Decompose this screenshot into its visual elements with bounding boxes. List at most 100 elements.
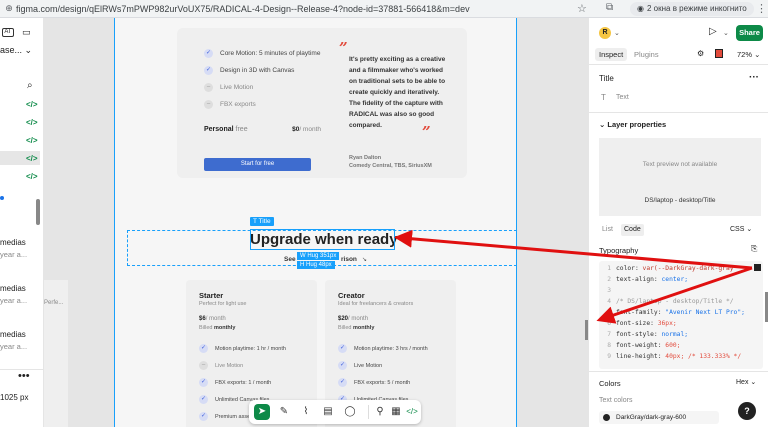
billed-cycle: monthly	[352, 325, 375, 331]
feature-label: FBX exports	[220, 101, 256, 108]
plugin-icon[interactable]	[715, 49, 723, 58]
extensions-icon[interactable]: ⧉	[606, 2, 613, 13]
dev-mode-icon[interactable]: </>	[404, 404, 420, 420]
page-selector[interactable]: ase... ⌄	[0, 45, 32, 56]
feature-item: ✓ FBX exports: 1 / month	[199, 374, 286, 391]
zoom-level[interactable]: 72% ⌄	[737, 48, 760, 61]
check-icon: ✓	[199, 344, 208, 353]
play-icon[interactable]: ▷	[709, 26, 717, 37]
plan-billed: Billed monthly	[338, 325, 374, 331]
pricing-card-personal[interactable]: ✓ Core Motion: 5 minutes of playtime ✓ Des…	[177, 28, 467, 178]
tab-inspect[interactable]: Inspect	[595, 48, 628, 61]
browser-menu-icon[interactable]: ⋮	[756, 2, 767, 15]
layer-name-tag[interactable]: T Title	[250, 217, 274, 226]
code-icon[interactable]: </>	[26, 136, 38, 145]
unread-dot	[0, 196, 4, 200]
feature-list: ✓ Core Motion: 5 minutes of playtime ✓ Des…	[204, 45, 320, 113]
price-period: / month	[299, 126, 321, 133]
code-prop: font-size:	[616, 320, 658, 327]
help-button[interactable]: ?	[738, 402, 756, 420]
search-icon[interactable]: ⌕	[27, 80, 33, 91]
subtitle-right: rison	[341, 256, 357, 263]
billed-cycle: monthly	[213, 325, 236, 331]
comment-icon[interactable]: ◯	[342, 404, 358, 420]
line-number: 2	[607, 276, 611, 283]
text-preview: Text preview not available DS/laptop - d…	[599, 138, 761, 216]
code-line: 9 line-height: 40px; /* 133.333% */	[599, 351, 741, 362]
code-language-select[interactable]: CSS ⌄	[730, 224, 752, 236]
feature-item: ✓ Live Motion	[338, 357, 428, 374]
bookmark-star-icon[interactable]: ☆	[577, 2, 587, 15]
more-icon[interactable]: •••	[18, 370, 30, 382]
list-item-title[interactable]: medias	[0, 330, 26, 339]
chevron-down-icon[interactable]: ⌄	[723, 29, 729, 37]
code-line: 6 font-size: 36px;	[599, 318, 676, 329]
plan-row: Personal free $0/ month	[204, 126, 321, 133]
hug-width-label: W Hug 351px	[297, 252, 340, 260]
code-icon[interactable]: </>	[26, 100, 38, 109]
plan-name: Starter	[199, 291, 224, 300]
code-value: "Avenir Next LT Pro";	[665, 309, 745, 316]
line-number: 7	[607, 331, 611, 338]
list-item-title[interactable]: medias	[0, 284, 26, 293]
tab-code[interactable]: Code	[621, 224, 644, 236]
design-canvas[interactable]: ✓ Core Motion: 5 minutes of playtime ✓ Des…	[44, 18, 588, 427]
panel-toggle-icon[interactable]: ▭	[22, 27, 31, 38]
feature-item: ✓ FBX exports: 5 / month	[338, 374, 428, 391]
css-code-block[interactable]: 1 color: var(--DarkGray-dark-gray 2 text-a…	[599, 261, 763, 369]
annotate-icon[interactable]: ▤	[320, 404, 336, 420]
more-icon[interactable]: ···	[749, 72, 759, 83]
code-comment: /* DS/laptop - desktop/Title */	[616, 298, 734, 305]
code-prop: text-align:	[616, 276, 662, 283]
plugins-icon[interactable]: ⚲	[372, 404, 388, 420]
minus-icon: –	[199, 361, 208, 370]
url-text[interactable]: figma.com/design/qElRWs7mPWP982urVoUX75/…	[16, 4, 576, 14]
start-free-button[interactable]: Start for free	[204, 158, 311, 171]
feature-label: Live Motion	[215, 362, 244, 369]
title-selection-box[interactable]	[250, 229, 395, 250]
list-item-sub: year a...	[0, 250, 28, 259]
browser-address-bar[interactable]: ⊕ figma.com/design/qElRWs7mPWP982urVoUX7…	[0, 0, 768, 18]
pen-icon[interactable]: ✎	[276, 404, 292, 420]
code-value: center;	[661, 276, 689, 283]
check-icon: ✓	[338, 378, 347, 387]
cursor-icon[interactable]: ➤	[254, 404, 270, 420]
site-info-icon[interactable]: ⊕	[2, 3, 16, 14]
settings-icon[interactable]: ⚙	[697, 49, 704, 58]
copy-icon[interactable]: ⎘	[751, 244, 757, 254]
author-name: Ryan Dalton	[349, 155, 382, 161]
list-item-title[interactable]: medias	[0, 238, 26, 247]
check-icon: ✓	[204, 49, 213, 58]
divider	[589, 64, 768, 65]
code-value: var(--DarkGray-dark-gray	[642, 265, 734, 272]
tab-list[interactable]: List	[599, 224, 616, 236]
ruler-icon[interactable]: ⌇	[298, 404, 314, 420]
chevron-down-icon[interactable]: ⌄	[614, 29, 620, 37]
right-panel: R ⌄ ▷ ⌄ Share Inspect Plugins ⚙ 72% ⌄ Ti…	[588, 18, 768, 427]
code-prop: font-style:	[616, 331, 662, 338]
colors-label: Colors	[599, 379, 621, 388]
color-swatch[interactable]	[754, 264, 761, 271]
tab-plugins[interactable]: Plugins	[630, 48, 663, 61]
avatar[interactable]: R	[599, 27, 611, 39]
code-line: 8 font-weight: 600;	[599, 340, 680, 351]
price-value: $6	[199, 316, 206, 322]
testimonial-author: Ryan Dalton Comedy Central, TBS, SiriusX…	[349, 154, 432, 170]
left-scrollbar[interactable]	[36, 199, 40, 225]
incognito-badge[interactable]: ◉ 2 окна в режиме инкогнито	[630, 2, 754, 16]
code-icon[interactable]: </>	[26, 118, 38, 127]
code-icon[interactable]: </>	[26, 172, 38, 181]
color-chip[interactable]: DarkGray/dark-gray-600	[599, 411, 719, 424]
code-prop: line-height:	[616, 353, 666, 360]
inspect-icon[interactable]: ▦	[388, 404, 404, 420]
code-icon[interactable]: </>	[26, 154, 38, 163]
text-colors-label: Text colors	[599, 397, 633, 404]
share-button[interactable]: Share	[736, 25, 763, 41]
subtitle-left: See	[284, 256, 296, 263]
layer-properties-toggle[interactable]: ⌄ Layer properties	[599, 120, 666, 129]
price-period: / month	[348, 316, 369, 322]
check-icon: ✓	[199, 378, 208, 387]
ai-badge-icon[interactable]: AT	[2, 28, 14, 37]
color-format-select[interactable]: Hex ⌄	[736, 378, 756, 386]
line-number: 4	[607, 298, 611, 305]
